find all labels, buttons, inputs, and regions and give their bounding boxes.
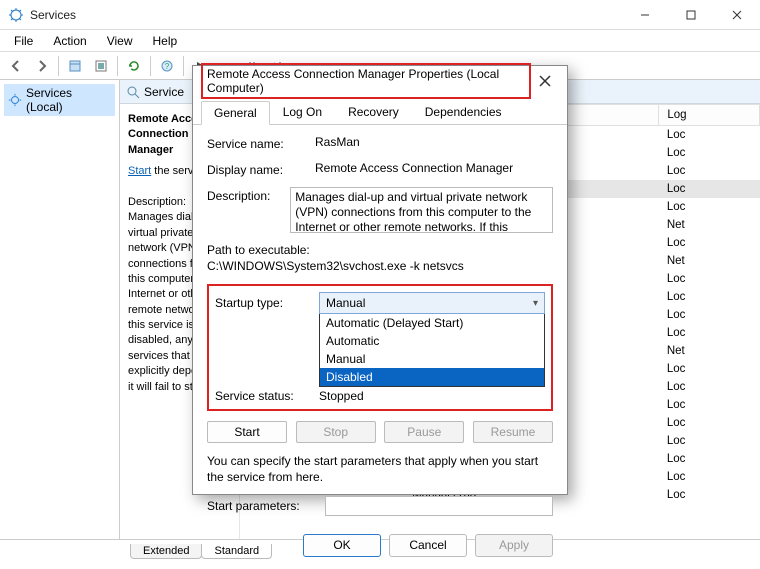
startup-option[interactable]: Manual <box>320 350 544 368</box>
dialog-close-button[interactable] <box>531 67 559 95</box>
back-button[interactable] <box>4 55 28 77</box>
tab-logon[interactable]: Log On <box>270 100 335 124</box>
label-path: Path to executable: <box>207 243 553 259</box>
refresh-icon[interactable] <box>122 55 146 77</box>
tree-label: Services (Local) <box>26 86 111 114</box>
start-button[interactable]: Start <box>207 421 287 443</box>
label-description: Description: <box>207 187 282 203</box>
menu-file[interactable]: File <box>6 32 41 50</box>
tab-extended[interactable]: Extended <box>130 544 202 559</box>
menu-action[interactable]: Action <box>45 32 94 50</box>
label-start-params: Start parameters: <box>207 499 317 513</box>
col-log[interactable]: Log <box>659 105 760 126</box>
start-params-input[interactable] <box>325 496 553 516</box>
stop-button: Stop <box>296 421 376 443</box>
cancel-button[interactable]: Cancel <box>389 534 467 557</box>
startup-selected: Manual <box>326 296 365 310</box>
window-title: Services <box>30 8 622 22</box>
label-startup: Startup type: <box>215 296 311 310</box>
services-header-label: Service <box>144 85 184 99</box>
value-display-name: Remote Access Connection Manager <box>315 161 553 175</box>
description-box[interactable] <box>290 187 553 233</box>
label-service-name: Service name: <box>207 135 307 151</box>
start-link[interactable]: Start <box>128 165 151 177</box>
apply-button: Apply <box>475 534 553 557</box>
properties-icon[interactable] <box>63 55 87 77</box>
menubar: File Action View Help <box>0 30 760 52</box>
chevron-down-icon: ▾ <box>533 298 538 309</box>
resume-button: Resume <box>473 421 553 443</box>
properties-dialog: Remote Access Connection Manager Propert… <box>192 65 568 495</box>
tab-recovery[interactable]: Recovery <box>335 100 412 124</box>
tab-dependencies[interactable]: Dependencies <box>412 100 515 124</box>
dialog-title: Remote Access Connection Manager Propert… <box>201 63 531 99</box>
close-button[interactable] <box>714 0 760 30</box>
export-icon[interactable] <box>89 55 113 77</box>
forward-button[interactable] <box>30 55 54 77</box>
startup-type-group: Startup type: Manual ▾ Automatic (Delaye… <box>207 284 553 411</box>
start-params-note: You can specify the start parameters tha… <box>207 453 553 485</box>
value-path: C:\WINDOWS\System32\svchost.exe -k netsv… <box>207 259 553 275</box>
startup-dropdown[interactable]: Automatic (Delayed Start)AutomaticManual… <box>319 313 545 387</box>
startup-option[interactable]: Disabled <box>320 368 544 386</box>
tree-services-local[interactable]: Services (Local) <box>4 84 115 116</box>
minimize-button[interactable] <box>622 0 668 30</box>
label-status: Service status: <box>215 389 311 403</box>
tab-general[interactable]: General <box>201 101 270 125</box>
label-display-name: Display name: <box>207 161 307 177</box>
pause-button: Pause <box>384 421 464 443</box>
menu-view[interactable]: View <box>99 32 141 50</box>
startup-option[interactable]: Automatic (Delayed Start) <box>320 314 544 332</box>
titlebar: Services <box>0 0 760 30</box>
value-status: Stopped <box>319 389 364 403</box>
nav-tree: Services (Local) <box>0 80 120 539</box>
ok-button[interactable]: OK <box>303 534 381 557</box>
services-icon <box>8 7 24 23</box>
help-icon[interactable]: ? <box>155 55 179 77</box>
maximize-button[interactable] <box>668 0 714 30</box>
dialog-tabs: General Log On Recovery Dependencies <box>193 96 567 125</box>
startup-type-combo[interactable]: Manual ▾ <box>319 292 545 314</box>
gear-icon <box>8 93 22 107</box>
menu-help[interactable]: Help <box>145 32 186 50</box>
svg-text:?: ? <box>165 62 170 71</box>
value-service-name: RasMan <box>315 135 553 149</box>
search-icon <box>126 85 140 99</box>
startup-option[interactable]: Automatic <box>320 332 544 350</box>
